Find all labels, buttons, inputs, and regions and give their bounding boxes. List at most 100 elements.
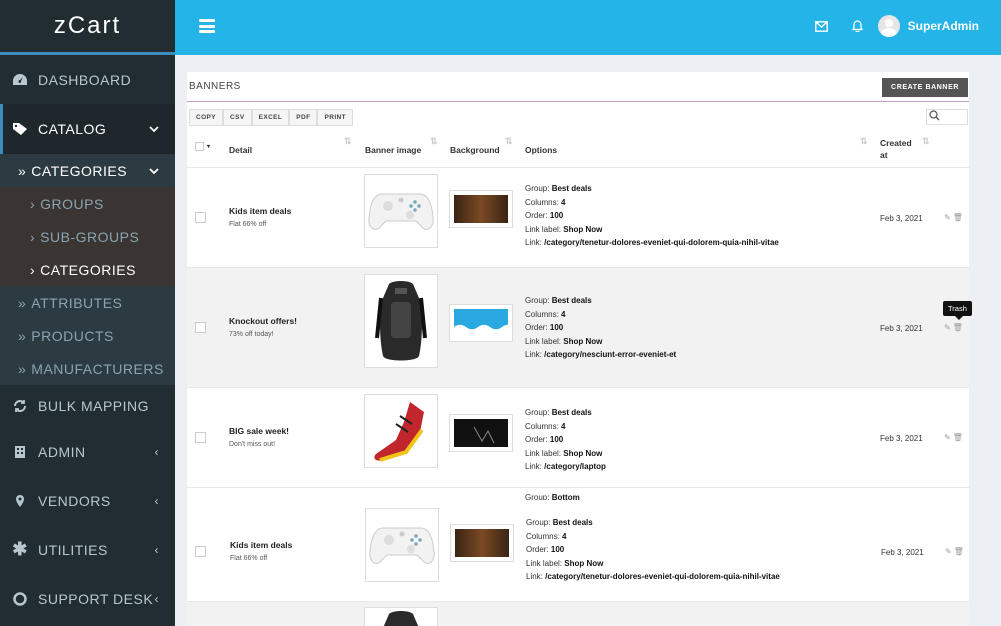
sort-icon[interactable]: ⇅	[922, 136, 930, 147]
trash-icon[interactable]: 🗑	[953, 323, 965, 332]
sidebar-item-attributes[interactable]: » ATTRIBUTES	[0, 286, 175, 319]
detail-cell: BIG sale week! Don't miss out!	[229, 426, 289, 448]
sort-icon[interactable]: ⇅	[430, 136, 438, 147]
excel-button[interactable]: EXCEL	[251, 109, 290, 126]
hamburger-menu-icon[interactable]	[199, 19, 215, 33]
options-cell: Group: Best deals Columns: 4 Order: 100 …	[525, 408, 606, 471]
sidebar-item-catalog[interactable]: CATALOG	[0, 104, 175, 154]
background-thumbnail	[449, 190, 513, 228]
background-thumbnail	[449, 414, 513, 452]
sidebar-item-utilities[interactable]: ✱ UTILITIES ‹	[0, 525, 175, 574]
trash-icon[interactable]: 🗑	[954, 547, 966, 556]
edit-icon[interactable]: ✎	[945, 547, 954, 556]
sidebar-item-support-desk[interactable]: SUPPORT DESK ‹	[0, 574, 175, 623]
sidebar-item-vendors[interactable]: VENDORS ‹	[0, 476, 175, 525]
banner-title: BIG sale week!	[229, 426, 290, 436]
options-cell: Group: Best deals Columns: 4 Order: 100 …	[526, 518, 780, 581]
row-checkbox[interactable]	[195, 322, 206, 333]
sort-icon[interactable]: ⇅	[860, 136, 868, 147]
page-title: BANNERS	[189, 81, 241, 92]
sidebar-item-label: SUB-GROUPS	[40, 228, 140, 245]
sidebar-item-groups[interactable]: › GROUPS	[0, 187, 175, 220]
sidebar-item-label: PRODUCTS	[31, 327, 114, 344]
row-actions: ✎🗑	[944, 213, 965, 222]
search-input[interactable]	[926, 109, 968, 125]
trash-tooltip: Trash	[943, 301, 972, 320]
trash-icon[interactable]: 🗑	[953, 213, 965, 222]
sidebar-item-bulk-mapping[interactable]: BULK MAPPING	[0, 385, 175, 427]
column-header-created-at[interactable]: Created at	[880, 137, 912, 161]
column-header-detail[interactable]: Detail	[229, 145, 252, 155]
banners-panel: BANNERS CREATE BANNER COPY CSV EXCEL PDF…	[187, 72, 969, 626]
row-checkbox[interactable]	[195, 212, 206, 223]
banner-image-backpack	[364, 607, 438, 626]
chevron-left-icon: ‹	[154, 444, 159, 459]
create-banner-button[interactable]: CREATE BANNER	[882, 78, 968, 97]
column-header-background[interactable]: Background	[450, 145, 500, 155]
sidebar-item-admin[interactable]: ADMIN ‹	[0, 427, 175, 476]
chevron-right-icon: ›	[30, 195, 36, 212]
sort-icon[interactable]: ⇅	[505, 136, 513, 147]
background-thumbnail	[449, 304, 513, 342]
catalog-submenu: » CATEGORIES › GROUPS › SUB-GROUPS › CAT…	[0, 154, 175, 385]
detail-cell: Knockout offers! 73% off today!	[229, 316, 297, 338]
sidebar-item-label: SUPPORT DESK	[38, 590, 154, 607]
edit-icon[interactable]: ✎	[944, 213, 953, 222]
table-row: Kids item deals Flat 66% off Group: Best…	[187, 168, 969, 268]
row-checkbox[interactable]	[195, 432, 206, 443]
detail-cell: Kids item deals Flat 66% off	[229, 206, 291, 228]
sidebar-item-products[interactable]: » PRODUCTS	[0, 319, 175, 352]
dashboard-icon	[12, 72, 28, 88]
chevron-right-icon: ›	[30, 261, 36, 278]
sidebar-item-categories[interactable]: › CATEGORIES	[0, 253, 175, 286]
select-all-checkbox[interactable]: ▾	[195, 142, 210, 151]
search-icon	[929, 110, 940, 124]
sidebar-item-label: CATEGORIES	[40, 261, 136, 278]
sort-icon[interactable]: ⇅	[344, 136, 352, 147]
banner-image-controller	[365, 508, 439, 582]
chevron-left-icon: ‹	[154, 591, 159, 606]
copy-button[interactable]: COPY	[189, 109, 224, 126]
asterisk-icon: ✱	[12, 539, 28, 559]
row-checkbox[interactable]	[195, 546, 206, 557]
pdf-button[interactable]: PDF	[289, 109, 318, 126]
sidebar: zCart DASHBOARD CATALOG » CATEGORIES › G…	[0, 0, 175, 626]
double-chevron-right-icon: »	[18, 327, 27, 344]
double-chevron-right-icon: »	[18, 360, 27, 377]
sidebar-item-dashboard[interactable]: DASHBOARD	[0, 55, 175, 104]
lifebuoy-icon	[12, 591, 28, 607]
sidebar-item-label: CATALOG	[38, 121, 107, 137]
chevron-down-icon	[149, 122, 159, 136]
detail-cell: Kids item deals Flat 66% off	[230, 540, 292, 562]
csv-button[interactable]: CSV	[223, 109, 252, 126]
created-date: Feb 3, 2021	[880, 434, 923, 443]
banner-subtitle: Don't miss out!	[229, 441, 276, 448]
trash-icon[interactable]: 🗑	[953, 433, 965, 442]
edit-icon[interactable]: ✎	[944, 433, 953, 442]
sidebar-item-categories-group[interactable]: » CATEGORIES	[0, 154, 175, 187]
row-actions: ✎🗑	[944, 323, 965, 332]
double-chevron-right-icon: »	[18, 162, 27, 179]
sidebar-item-manufacturers[interactable]: » MANUFACTURERS	[0, 352, 175, 385]
categories-submenu: › GROUPS › SUB-GROUPS › CATEGORIES	[0, 187, 175, 286]
mail-icon[interactable]	[815, 19, 828, 35]
building-icon	[12, 444, 28, 460]
chevron-left-icon: ‹	[154, 493, 159, 508]
bell-icon[interactable]	[851, 19, 864, 35]
user-menu[interactable]: SuperAdmin	[877, 15, 979, 37]
edit-icon[interactable]: ✎	[944, 323, 953, 332]
column-header-banner-image[interactable]: Banner image	[365, 145, 421, 155]
options-cell: Group: Best deals Columns: 4 Order: 100 …	[525, 184, 779, 247]
print-button[interactable]: PRINT	[317, 109, 353, 126]
sidebar-item-label: ATTRIBUTES	[31, 294, 123, 311]
table-row: BIG sale week! Don't miss out! Group: Be…	[187, 388, 969, 488]
sidebar-item-label: ADMIN	[38, 443, 86, 460]
banner-title: Knockout offers!	[229, 316, 297, 326]
banner-image-shoe	[364, 394, 438, 468]
options-cell: Group: Best deals Columns: 4 Order: 100 …	[525, 296, 677, 359]
table-row	[187, 602, 969, 626]
sidebar-item-label: GROUPS	[40, 195, 104, 212]
app-logo[interactable]: zCart	[0, 0, 175, 55]
column-header-options[interactable]: Options	[525, 145, 557, 155]
sidebar-item-sub-groups[interactable]: › SUB-GROUPS	[0, 220, 175, 253]
